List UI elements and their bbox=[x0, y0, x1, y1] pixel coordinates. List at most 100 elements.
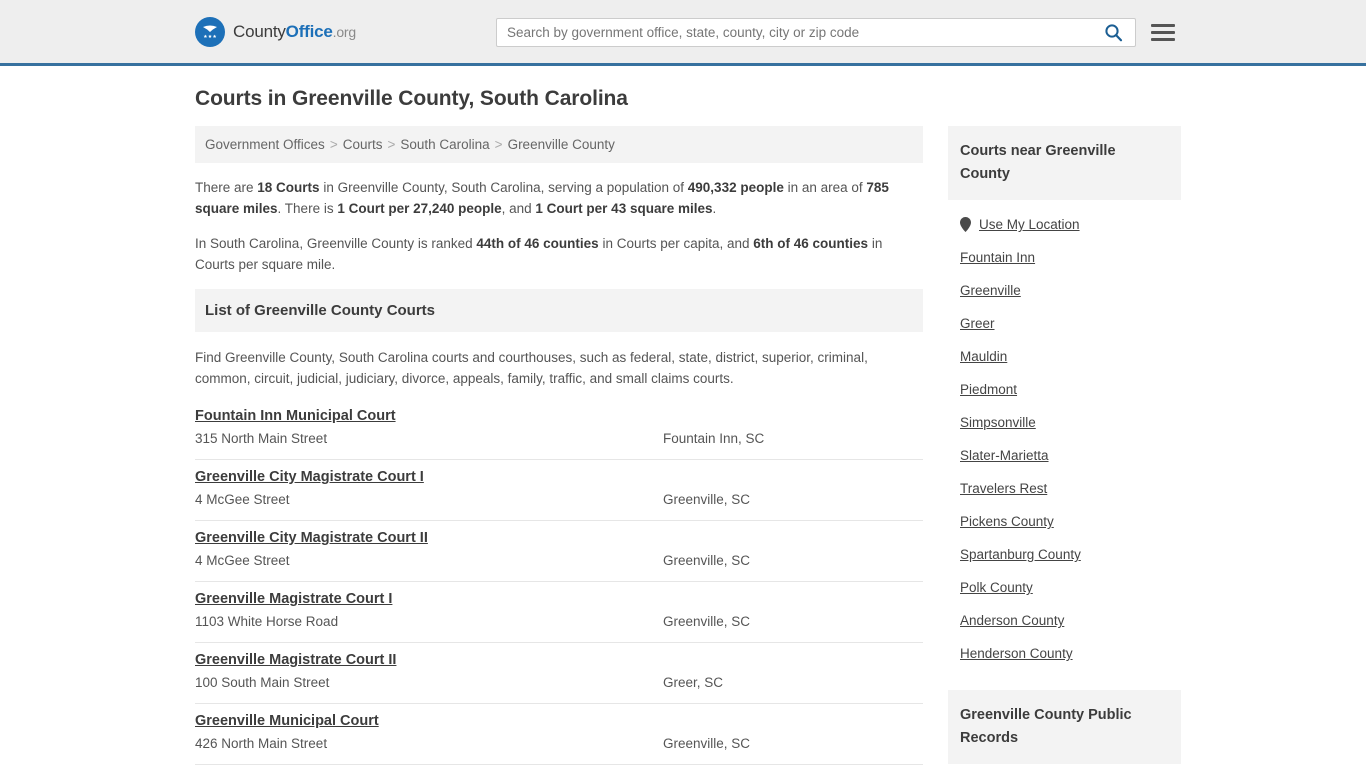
court-address: 315 North Main Street bbox=[195, 431, 328, 446]
court-row: Greenville City Magistrate Court I 4 McGe… bbox=[195, 460, 923, 521]
nearby-courts-links: Use My Location Fountain Inn Greenville Gr… bbox=[948, 200, 1181, 670]
court-row: Fountain Inn Municipal Court 315 North Ma… bbox=[195, 407, 923, 460]
nearby-link-row[interactable]: Piedmont bbox=[960, 373, 1181, 406]
brand-part-county: County bbox=[233, 21, 286, 41]
nearby-link[interactable]: Mauldin bbox=[960, 349, 1007, 364]
court-detail: 4 McGee Street Greenville, SC bbox=[195, 492, 923, 507]
court-city: Greenville, SC bbox=[663, 492, 751, 507]
nearby-link-row[interactable]: Simpsonville bbox=[960, 406, 1181, 439]
nearby-link-row[interactable]: Slater-Marietta bbox=[960, 439, 1181, 472]
court-list: Fountain Inn Municipal Court 315 North Ma… bbox=[195, 407, 923, 765]
stats-paragraph-1: There are 18 Courts in Greenville County… bbox=[195, 177, 923, 219]
court-detail: 100 South Main Street Greer, SC bbox=[195, 675, 923, 690]
stat-highlight: 18 Courts bbox=[257, 180, 320, 195]
court-city: Greenville, SC bbox=[663, 614, 751, 629]
court-name-link[interactable]: Greenville City Magistrate Court I bbox=[195, 469, 424, 485]
nearby-link[interactable]: Simpsonville bbox=[960, 415, 1036, 430]
nearby-link[interactable]: Henderson County bbox=[960, 646, 1073, 661]
court-detail: 426 North Main Street Greenville, SC bbox=[195, 736, 923, 751]
nearby-link-row[interactable]: Mauldin bbox=[960, 340, 1181, 373]
stat-text: In South Carolina, Greenville County is … bbox=[195, 236, 477, 251]
breadcrumb-item[interactable]: Greenville County bbox=[508, 137, 615, 152]
nearby-link-row[interactable]: Polk County bbox=[960, 571, 1181, 604]
brand-part-tld: .org bbox=[332, 23, 357, 40]
hamburger-bar bbox=[1151, 30, 1175, 34]
nearby-link-row[interactable]: Fountain Inn bbox=[960, 241, 1181, 274]
court-city: Greenville, SC bbox=[663, 553, 751, 568]
stat-highlight: 1 Court per 27,240 people bbox=[337, 201, 502, 216]
court-city: Greenville, SC bbox=[663, 736, 751, 751]
court-name-link[interactable]: Greenville Magistrate Court I bbox=[195, 591, 392, 607]
nearby-link-row[interactable]: Spartanburg County bbox=[960, 538, 1181, 571]
breadcrumb-item[interactable]: Government Offices bbox=[205, 137, 325, 152]
nearby-link[interactable]: Slater-Marietta bbox=[960, 448, 1049, 463]
stat-text: . bbox=[712, 201, 717, 216]
nearby-link[interactable]: Spartanburg County bbox=[960, 547, 1081, 562]
nearby-link[interactable]: Polk County bbox=[960, 580, 1033, 595]
nearby-link[interactable]: Piedmont bbox=[960, 382, 1017, 397]
court-address: 100 South Main Street bbox=[195, 675, 330, 690]
stat-text: in Greenville County, South Carolina, se… bbox=[319, 180, 688, 195]
stat-text: , and bbox=[501, 201, 536, 216]
court-detail: 4 McGee Street Greenville, SC bbox=[195, 553, 923, 568]
nearby-courts-heading: Courts near Greenville County bbox=[948, 126, 1181, 200]
breadcrumb-separator: > bbox=[329, 137, 338, 152]
court-city: Fountain Inn, SC bbox=[663, 431, 765, 446]
nearby-link[interactable]: Anderson County bbox=[960, 613, 1064, 628]
court-address: 4 McGee Street bbox=[195, 553, 290, 568]
court-name-link[interactable]: Fountain Inn Municipal Court bbox=[195, 408, 396, 424]
page-title: Courts in Greenville County, South Carol… bbox=[195, 87, 628, 110]
public-records-panel: Greenville County Public Records bbox=[948, 690, 1181, 764]
nearby-link-row[interactable]: Pickens County bbox=[960, 505, 1181, 538]
court-row: Greenville Magistrate Court II 100 South … bbox=[195, 643, 923, 704]
nearby-link-row[interactable]: Anderson County bbox=[960, 604, 1181, 637]
search-button[interactable] bbox=[1100, 19, 1135, 46]
stat-highlight: 44th of 46 counties bbox=[476, 236, 599, 251]
stat-highlight: 1 Court per 43 square miles bbox=[535, 201, 713, 216]
search-input[interactable] bbox=[497, 19, 1100, 46]
nearby-courts-panel: Courts near Greenville County Use My Loc… bbox=[948, 126, 1181, 670]
nearby-link-row[interactable]: Travelers Rest bbox=[960, 472, 1181, 505]
court-row: Greenville Municipal Court 426 North Main… bbox=[195, 704, 923, 765]
use-my-location-row[interactable]: Use My Location bbox=[960, 208, 1181, 241]
stat-highlight: 6th of 46 counties bbox=[753, 236, 869, 251]
court-detail: 1103 White Horse Road Greenville, SC bbox=[195, 614, 923, 629]
hamburger-bar bbox=[1151, 37, 1175, 41]
search-bar[interactable] bbox=[496, 18, 1136, 47]
eagle-shield-icon bbox=[195, 16, 225, 47]
nearby-link-row[interactable]: Greenville bbox=[960, 274, 1181, 307]
breadcrumb: Government Offices > Courts > South Carolina… bbox=[195, 126, 923, 163]
nearby-link[interactable]: Greer bbox=[960, 316, 995, 331]
nearby-link-row[interactable]: Greer bbox=[960, 307, 1181, 340]
court-address: 1103 White Horse Road bbox=[195, 614, 339, 629]
main-column: Government Offices > Courts > South Carolina… bbox=[195, 126, 923, 765]
site-header: CountyOffice.org bbox=[0, 0, 1366, 66]
nearby-link[interactable]: Fountain Inn bbox=[960, 250, 1035, 265]
court-row: Greenville Magistrate Court I 1103 White … bbox=[195, 582, 923, 643]
stat-highlight: 490,332 people bbox=[687, 180, 784, 195]
breadcrumb-item[interactable]: Courts bbox=[343, 137, 383, 152]
map-pin-icon bbox=[960, 217, 971, 232]
site-logo[interactable]: CountyOffice.org bbox=[195, 16, 357, 47]
hamburger-bar bbox=[1151, 23, 1175, 27]
sidebar: Courts near Greenville County Use My Loc… bbox=[948, 126, 1181, 768]
nearby-link[interactable]: Pickens County bbox=[960, 514, 1054, 529]
brand-part-office: Office bbox=[285, 21, 333, 41]
court-name-link[interactable]: Greenville Municipal Court bbox=[195, 713, 379, 729]
nearby-link[interactable]: Greenville bbox=[960, 283, 1021, 298]
nearby-link[interactable]: Travelers Rest bbox=[960, 481, 1047, 496]
court-list-description: Find Greenville County, South Carolina c… bbox=[195, 350, 868, 386]
court-address: 426 North Main Street bbox=[195, 736, 328, 751]
court-name-link[interactable]: Greenville Magistrate Court II bbox=[195, 652, 396, 668]
use-my-location-link[interactable]: Use My Location bbox=[979, 217, 1080, 232]
stat-text: There are bbox=[195, 180, 258, 195]
court-detail: 315 North Main Street Fountain Inn, SC bbox=[195, 431, 923, 446]
court-name-link[interactable]: Greenville City Magistrate Court II bbox=[195, 530, 428, 546]
court-row: Greenville City Magistrate Court II 4 McG… bbox=[195, 521, 923, 582]
public-records-heading: Greenville County Public Records bbox=[948, 690, 1181, 764]
breadcrumb-item[interactable]: South Carolina bbox=[400, 137, 489, 152]
search-icon bbox=[1105, 24, 1123, 42]
hamburger-menu-icon[interactable] bbox=[1151, 19, 1175, 45]
court-list-heading: List of Greenville County Courts bbox=[195, 289, 923, 332]
nearby-link-row[interactable]: Henderson County bbox=[960, 637, 1181, 670]
